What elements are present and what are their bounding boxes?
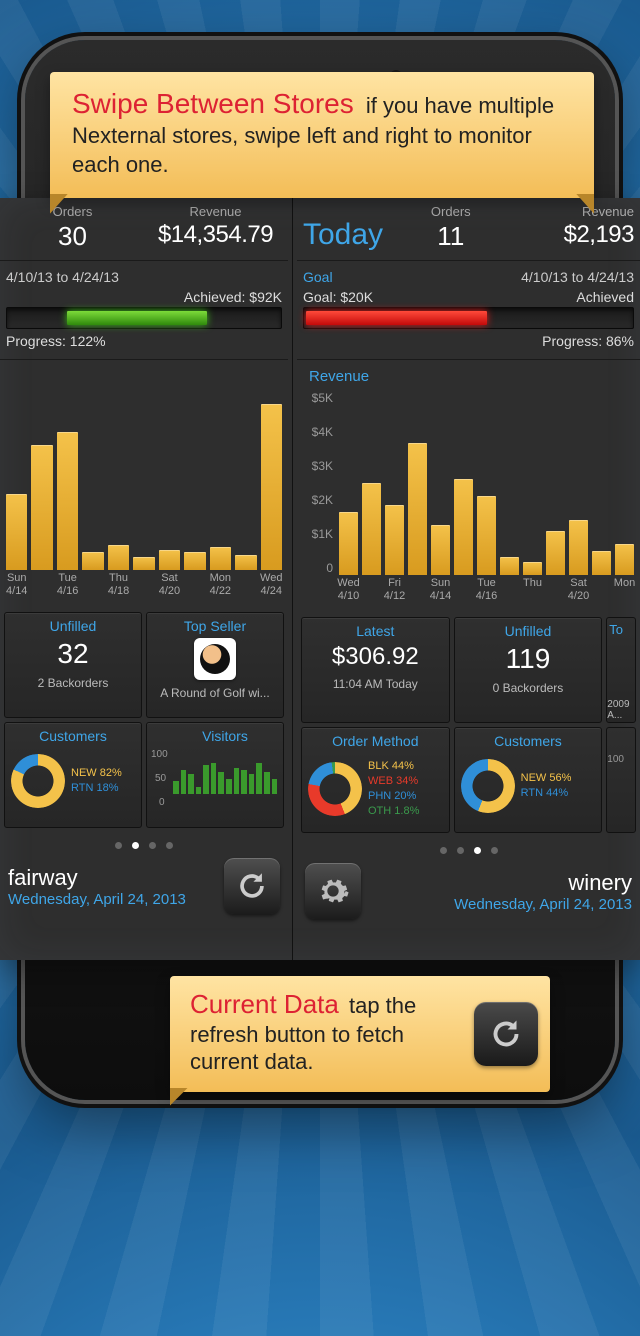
tile-visitors[interactable]: Visitors 100 50 0 [146,722,284,828]
swipe-banner-title: Swipe Between Stores [72,88,354,119]
store-panel-left[interactable]: Orders 30 Revenue $14,354.79 4/10/13 to … [0,198,292,960]
orders-metric: Orders 30 [6,204,139,252]
product-avatar [194,638,236,680]
refresh-icon [235,869,269,903]
tile-latest[interactable]: Latest $306.92 11:04 AM Today [301,617,450,723]
today-label: Today [303,204,383,252]
store-footer-right: winery Wednesday, April 24, 2013 [297,859,640,927]
tile-order-method[interactable]: Order Method BLK 44% WEB 34% PHN 20% OTH… [301,727,450,833]
tile-top-seller-sliver[interactable]: To 2009 A... [606,617,636,723]
dashboard[interactable]: Orders 30 Revenue $14,354.79 4/10/13 to … [0,198,640,960]
tile-unfilled[interactable]: Unfilled 119 0 Backorders [454,617,603,723]
gear-icon [316,874,350,908]
refresh-button[interactable] [224,858,280,914]
order-method-donut-icon [308,762,362,816]
progress-track [6,307,282,329]
settings-button[interactable] [305,863,361,919]
customers-donut-icon [11,754,65,808]
tile-unfilled[interactable]: Unfilled 32 2 Backorders [4,612,142,718]
tile-customers[interactable]: Customers NEW 56% RTN 44% [454,727,603,833]
orders-metric: Orders 11 [393,204,508,252]
store-panel-right[interactable]: Today Orders 11 Revenue $2,193 Goal 4/10… [292,198,640,960]
goal-section: 4/10/13 to 4/24/13 Achieved: $92K Progre… [0,260,288,359]
store-footer-left: fairway Wednesday, April 24, 2013 [0,854,288,922]
refresh-banner: Current Data tap the refresh button to f… [170,976,550,1092]
tile-visitors-sliver[interactable]: 100 [606,727,636,833]
revenue-metric: Revenue $2,193 [519,204,634,252]
refresh-demo-icon [474,1002,538,1066]
revenue-chart-right: Revenue $5K$4K$3K$2K$1K0 Wed4/10ThuFri4/… [297,359,640,613]
progress-track [303,307,634,329]
revenue-metric: Revenue $14,354.79 [149,204,282,252]
goal-section: Goal 4/10/13 to 4/24/13 Goal: $20K Achie… [297,260,640,359]
tile-customers[interactable]: Customers NEW 82% RTN 18% [4,722,142,828]
revenue-chart-left: Sun4/14MonTue4/16WedThu4/18FriSat4/20Sun… [0,359,288,608]
refresh-banner-title: Current Data [190,989,339,1019]
swipe-banner: Swipe Between Stores if you have multipl… [50,72,594,198]
page-indicator [0,832,288,854]
tile-top-seller[interactable]: Top Seller A Round of Golf wi... [146,612,284,718]
page-indicator [297,837,640,859]
customers-donut-icon [461,759,515,813]
